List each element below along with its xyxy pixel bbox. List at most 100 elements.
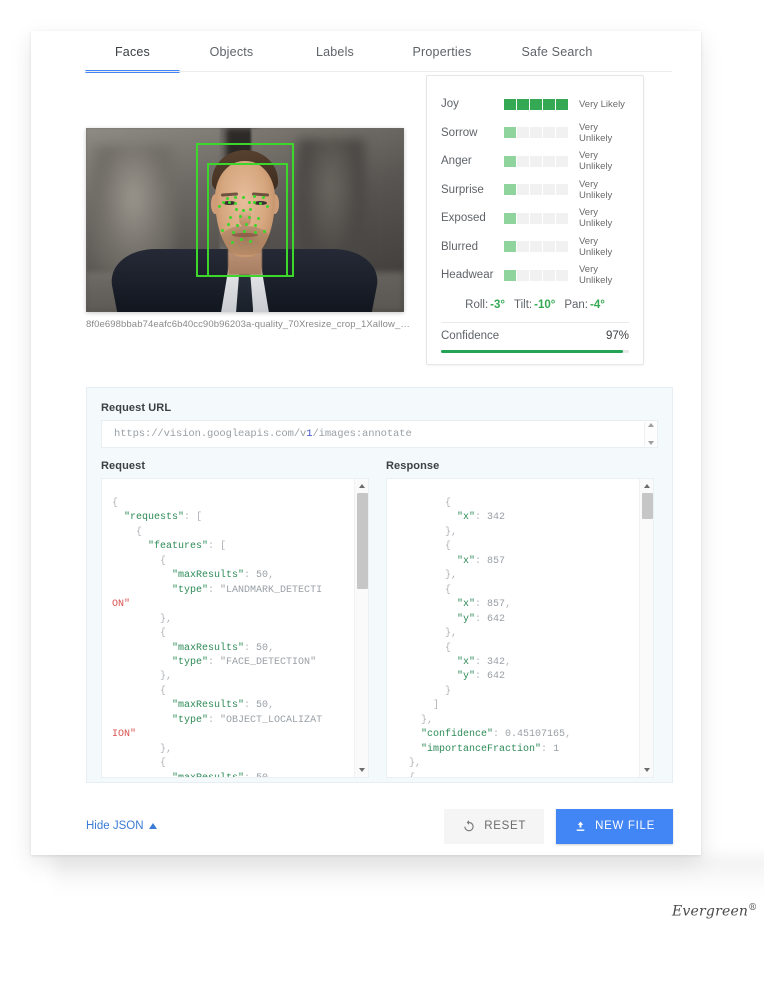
pan-label: Pan: [564, 298, 589, 311]
tab-divider [85, 71, 672, 72]
face-landmark-point [225, 197, 229, 200]
face-landmark-point [258, 201, 262, 205]
reset-label: RESET [484, 820, 527, 832]
face-attribute-likelihood: Very Unlikely [579, 150, 613, 173]
face-landmark-point [265, 204, 269, 208]
tab-objects[interactable]: Objects [180, 33, 283, 71]
roll-value: -3° [490, 298, 505, 311]
response-scrollbar[interactable] [639, 479, 653, 777]
meter-segment [530, 184, 542, 196]
pan-group: Pan: -4° [564, 299, 605, 311]
watermark-mark: ® [748, 903, 758, 913]
confidence-label: Confidence [441, 330, 500, 342]
face-landmark-point [253, 231, 257, 235]
meter-segment [530, 241, 542, 253]
meter-segment [530, 127, 542, 139]
chevron-down-icon[interactable] [647, 441, 654, 445]
face-attribute-name: Exposed [441, 212, 486, 225]
face-attributes-panel: Joy Very Likely Sorrow Very Unlikely Anger Ve… [426, 75, 644, 365]
tab-labels[interactable]: Labels [283, 33, 387, 71]
scroll-up-icon[interactable] [358, 484, 365, 488]
meter-segment [517, 98, 529, 110]
request-url-scrollbar[interactable] [644, 422, 656, 446]
face-attribute-row: Sorrow Very Unlikely [441, 119, 629, 148]
response-column: Response { "x": 342 }, { "x": 857 }, { "… [386, 460, 654, 778]
face-attribute-row: Exposed Very Unlikely [441, 204, 629, 233]
meter-segment [556, 269, 568, 281]
face-landmark-point [238, 214, 242, 218]
meter-segment [504, 184, 516, 196]
meter-segment [504, 98, 516, 110]
request-code-box[interactable]: { "requests": [ { "features": [ { "maxRe… [101, 478, 369, 778]
new-file-button[interactable]: NEW FILE [556, 808, 673, 844]
roll-group: Roll: -3° [465, 299, 505, 311]
meter-segment [556, 155, 568, 167]
face-attribute-row: Blurred Very Unlikely [441, 233, 629, 262]
meter-segment [517, 184, 529, 196]
meter-segment [543, 241, 555, 253]
tab-faces[interactable]: Faces [85, 33, 180, 73]
roll-label: Roll: [465, 298, 489, 311]
json-inspector: Request URL https://vision.googleapis.co… [86, 387, 673, 783]
meter-segment [517, 269, 529, 281]
face-attribute-name: Blurred [441, 240, 479, 253]
tilt-value: -10° [534, 298, 556, 311]
meter-segment [504, 127, 516, 139]
response-scroll-thumb[interactable] [641, 493, 653, 519]
face-attribute-meter [504, 212, 570, 224]
tab-properties[interactable]: Properties [387, 33, 497, 71]
scroll-down-icon[interactable] [643, 768, 650, 772]
response-code-box[interactable]: { "x": 342 }, { "x": 857 }, { "x": 857, … [386, 478, 654, 778]
face-attribute-likelihood: Very Likely [579, 98, 625, 110]
meter-segment [504, 241, 516, 253]
face-attribute-meter [504, 241, 570, 253]
request-url-field[interactable]: https://vision.googleapis.com/v1/images:… [101, 420, 658, 448]
meter-segment [530, 269, 542, 281]
confidence-bar-track [441, 349, 629, 353]
hide-json-toggle[interactable]: Hide JSON [86, 820, 157, 832]
meter-segment [504, 212, 516, 224]
meter-segment [530, 212, 542, 224]
tab-safe-search[interactable]: Safe Search [497, 33, 617, 71]
request-url-suffix: /images:annotate [312, 428, 412, 440]
tab-safe-search-label: Safe Search [521, 45, 593, 59]
face-attribute-row: Surprise Very Unlikely [441, 176, 629, 205]
vision-api-demo-card: Faces Objects Labels Properties Safe Sea… [31, 31, 701, 855]
meter-segment [517, 212, 529, 224]
face-attribute-likelihood: Very Unlikely [579, 207, 613, 230]
chevron-up-icon[interactable] [647, 423, 654, 427]
confidence-row: Confidence 97% [441, 323, 629, 350]
hide-json-label: Hide JSON [86, 820, 144, 832]
scroll-down-icon[interactable] [358, 768, 365, 772]
meter-segment [517, 127, 529, 139]
face-landmark-point [231, 240, 234, 244]
face-landmark-point [243, 229, 247, 233]
request-label: Request [101, 460, 146, 472]
face-landmark-point [253, 224, 257, 228]
meter-segment [543, 269, 555, 281]
meter-segment [517, 155, 529, 167]
analyzed-image-panel[interactable] [86, 128, 404, 312]
tab-labels-label: Labels [315, 45, 355, 59]
request-url-label: Request URL [101, 402, 172, 414]
scroll-up-icon[interactable] [643, 484, 650, 488]
tab-faces-label: Faces [114, 45, 151, 59]
request-scrollbar[interactable] [354, 479, 368, 777]
image-filename-caption: 8f0e698bbab74eafc6b40cc90b96203a-quality… [86, 319, 412, 330]
face-photo [86, 128, 404, 312]
meter-segment [556, 212, 568, 224]
face-attribute-name: Sorrow [441, 126, 478, 139]
face-landmark-point [262, 229, 266, 233]
face-attribute-row: Anger Very Unlikely [441, 147, 629, 176]
meter-segment [543, 184, 555, 196]
request-scroll-thumb[interactable] [356, 493, 368, 589]
watermark-text: Evergreen [672, 903, 749, 920]
meter-segment [504, 269, 516, 281]
face-attribute-row: Headwear Very Unlikely [441, 261, 629, 290]
meter-segment [556, 184, 568, 196]
confidence-bar-fill [441, 349, 624, 353]
meter-segment [543, 212, 555, 224]
face-landmark-point [245, 222, 248, 226]
reset-button[interactable]: RESET [444, 808, 545, 844]
face-attribute-meter [504, 127, 570, 139]
